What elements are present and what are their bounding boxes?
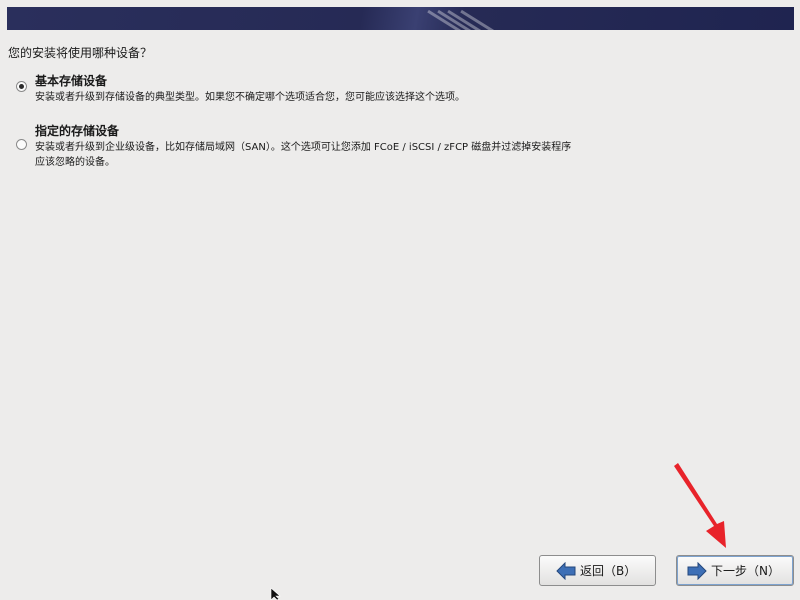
next-button-label: 下一步（N） — [711, 564, 780, 578]
next-button[interactable]: 下一步（N） — [676, 555, 794, 586]
specialized-storage-title: 指定的存储设备 — [35, 124, 120, 138]
installer-page: 您的安装将使用哪种设备？ 基本存储设备 安装或者升级到存储设备的典型类型。如果您… — [0, 0, 800, 600]
mouse-cursor-icon — [270, 588, 281, 600]
annotation-arrow-icon — [674, 463, 726, 548]
back-button-label: 返回（B） — [580, 564, 637, 578]
specialized-storage-radio[interactable] — [16, 139, 27, 150]
right-arrow-icon — [687, 561, 707, 580]
basic-storage-radio[interactable] — [16, 81, 27, 92]
left-arrow-icon — [556, 561, 576, 580]
back-button[interactable]: 返回（B） — [539, 555, 656, 586]
specialized-storage-desc: 安装或者升级到企业级设备，比如存储局域网（SAN）。这个选项可让您添加 FCoE… — [35, 142, 572, 168]
header-banner — [7, 7, 794, 30]
device-question: 您的安装将使用哪种设备？ — [8, 46, 153, 60]
basic-storage-title: 基本存储设备 — [35, 74, 108, 88]
basic-storage-desc: 安装或者升级到存储设备的典型类型。如果您不确定哪个选项适合您，您可能应该选择这个… — [35, 92, 465, 103]
